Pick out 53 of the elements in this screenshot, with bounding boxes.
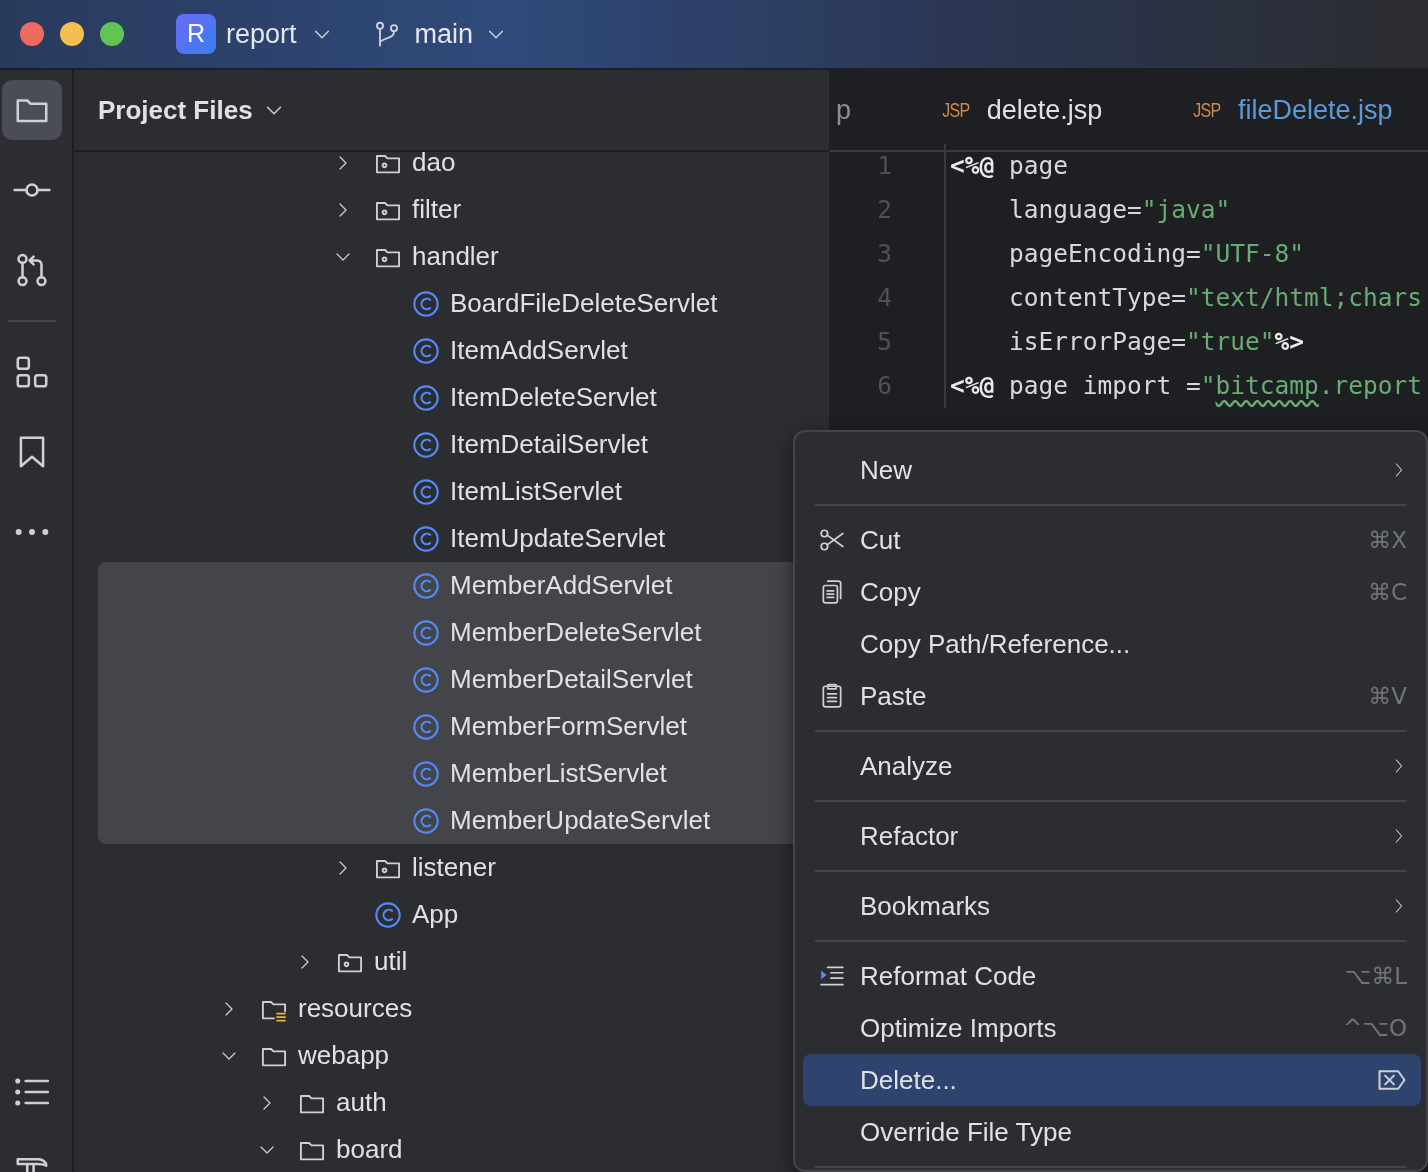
code-line: pageEncoding="UTF-8": [1008, 238, 1306, 270]
class-icon: [412, 383, 440, 412]
copy-icon: [819, 579, 845, 605]
window-control-button[interactable]: [100, 22, 124, 46]
project-badge: R: [176, 14, 216, 54]
structure-icon: [13, 353, 51, 391]
branch-selector[interactable]: main: [414, 13, 474, 55]
class-icon: [412, 618, 440, 647]
tree-item[interactable]: filter: [98, 186, 829, 233]
window-control-button[interactable]: [20, 22, 44, 46]
code-line: <%@ page: [949, 150, 1070, 182]
class-icon: [412, 712, 440, 741]
clipboard-icon: [819, 683, 845, 709]
more-icon: [13, 527, 51, 537]
code-line: language="java": [1008, 194, 1232, 226]
tree-item[interactable]: handler: [98, 233, 829, 280]
editor-tab[interactable]: p: [830, 70, 896, 150]
code-line: <%@ page import ="bitcamp.report: [949, 370, 1424, 402]
reformat-icon: [819, 963, 845, 989]
shortcut-label: ⌘V: [1368, 681, 1407, 711]
class-icon: [374, 900, 402, 929]
tree-item[interactable]: BoardFileDeleteServlet: [98, 280, 829, 327]
project-selector[interactable]: report: [226, 13, 297, 55]
tree-item[interactable]: ItemAddServlet: [98, 327, 829, 374]
tab-label: delete.jsp: [986, 93, 1103, 127]
shortcut-label: ⌘X: [1368, 525, 1407, 555]
folder-tool-button[interactable]: [2, 80, 62, 140]
class-icon: [412, 665, 440, 694]
class-icon: [412, 571, 440, 600]
tab-label: p: [836, 93, 852, 127]
editor-tab[interactable]: JSP fileDelete.jsp: [1146, 70, 1428, 150]
editor-tab[interactable]: JSP delete.jsp: [895, 70, 1147, 150]
class-icon: [412, 430, 440, 459]
file-type-label: JSP: [942, 98, 970, 123]
tab-label: fileDelete.jsp: [1238, 93, 1393, 127]
class-icon: [412, 806, 440, 835]
scissors-icon: [819, 527, 845, 553]
menu-item[interactable]: Delete...: [803, 1054, 1421, 1106]
tree-item[interactable]: ItemDeleteServlet: [98, 374, 829, 421]
shortcut-label: ⌘C: [1367, 577, 1407, 607]
class-icon: [412, 524, 440, 553]
code-line: isErrorPage="true"%>: [1008, 326, 1306, 358]
class-icon: [412, 477, 440, 506]
file-type-label: JSP: [1193, 98, 1221, 123]
class-icon: [412, 336, 440, 365]
class-icon: [412, 759, 440, 788]
shortcut-label: ⌥⌘L: [1344, 961, 1407, 991]
panel-title-dropdown[interactable]: Project Files: [98, 90, 253, 130]
window-control-button[interactable]: [60, 22, 84, 46]
tree-item[interactable]: dao: [98, 152, 829, 186]
shortcut-label: ^⌥O: [1343, 1013, 1407, 1043]
code-line: contentType="text/html;chars: [1008, 282, 1424, 314]
class-icon: [412, 289, 440, 318]
